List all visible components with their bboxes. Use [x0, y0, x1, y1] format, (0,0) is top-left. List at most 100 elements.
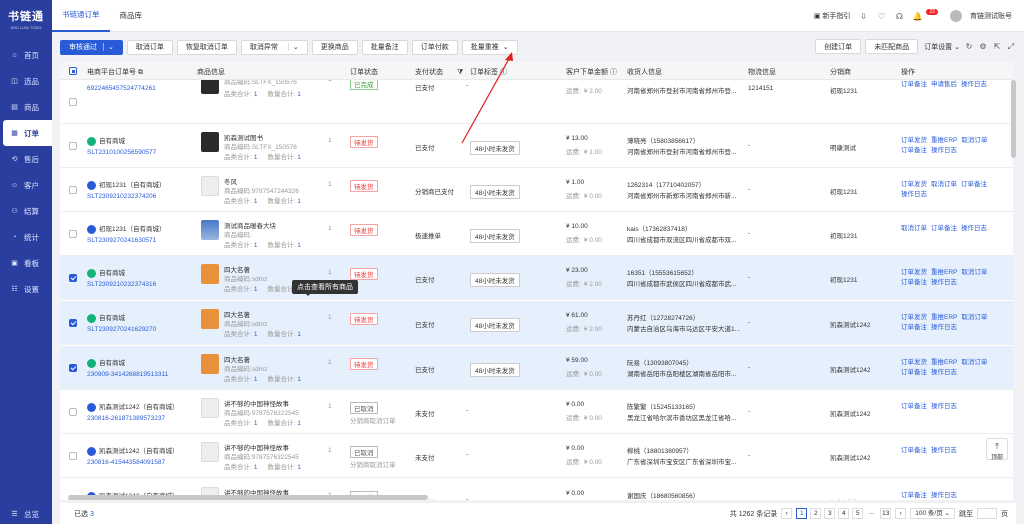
sidebar-item-board[interactable]: ▣ 看板 [0, 250, 52, 276]
prev-page-button[interactable]: ‹ [781, 508, 793, 519]
select-all-checkbox[interactable] [69, 67, 77, 75]
page-button[interactable]: 1 [796, 508, 808, 519]
restore-cancel-button[interactable]: 恢复取消订单 [176, 39, 237, 55]
change-goods-button[interactable]: 更换商品 [311, 39, 358, 55]
sidebar-item-customer[interactable]: ☺ 客户 [0, 172, 52, 198]
page-button[interactable]: 4 [838, 508, 850, 519]
avatar[interactable] [950, 10, 962, 22]
action-link[interactable]: 重推ERP [931, 359, 957, 366]
vertical-scrollbar[interactable] [1011, 80, 1016, 158]
user-name[interactable]: 育链测试账号 [970, 11, 1012, 21]
action-link[interactable]: 取消订单 [901, 225, 927, 232]
page-button[interactable]: 5 [852, 508, 864, 519]
goods-thumbnail[interactable] [201, 132, 219, 152]
goto-page-input[interactable] [977, 508, 997, 519]
action-link[interactable]: 订单发货 [901, 314, 927, 321]
action-link[interactable]: 重推ERP [931, 269, 957, 276]
action-link[interactable]: 操作日志 [931, 447, 957, 454]
order-settings-dropdown[interactable]: 订单设置 ⌄ [924, 42, 960, 52]
row-checkbox[interactable] [69, 452, 77, 460]
sidebar-item-aftersale[interactable]: ⟲ 售后 [0, 146, 52, 172]
sidebar-item-goods[interactable]: ▤ 商品 [0, 94, 52, 120]
action-link[interactable]: 订单发货 [901, 359, 927, 366]
order-number[interactable]: 230816-415443584091587 [87, 459, 165, 466]
page-size-select[interactable]: 100 条/页 ⌄ [910, 508, 955, 519]
row-checkbox[interactable] [69, 319, 77, 327]
gear-icon[interactable]: ⚙ [978, 42, 988, 52]
create-order-button[interactable]: 创建订单 [815, 39, 862, 54]
action-link[interactable]: 订单备注 [901, 403, 927, 410]
action-link[interactable]: 操作日志 [931, 147, 957, 154]
goods-thumbnail[interactable] [201, 264, 219, 284]
approve-button[interactable]: 审核通过 ⌄ [60, 39, 123, 55]
filter-icon[interactable]: ⧩ [457, 69, 463, 76]
action-link[interactable]: 操作日志 [931, 279, 957, 286]
sidebar-item-home[interactable]: ⌂ 首页 [0, 42, 52, 68]
chevron-down-icon[interactable]: ⌄ [103, 43, 114, 51]
order-number[interactable]: SLT2310100256590577 [87, 149, 156, 156]
action-link[interactable]: 订单备注 [901, 369, 927, 376]
download-icon[interactable]: ⇩ [858, 11, 868, 21]
app-logo[interactable]: 书链通 SHU LIAN TONG [0, 0, 52, 38]
order-number[interactable]: 230816-261871389573237 [87, 415, 165, 422]
horizontal-scrollbar[interactable] [68, 495, 428, 500]
goods-thumbnail[interactable] [201, 220, 219, 240]
action-link[interactable]: 取消订单 [961, 359, 987, 366]
action-link[interactable]: 订单备注 [901, 81, 927, 88]
cancel-order-button[interactable]: 取消订单 [126, 39, 173, 55]
row-checkbox[interactable] [69, 274, 77, 282]
help-icon[interactable]: ⓘ [610, 69, 617, 76]
action-link[interactable]: 订单备注 [901, 492, 927, 499]
action-link[interactable]: 重推ERP [931, 137, 957, 144]
headset-icon[interactable]: ☊ [894, 11, 904, 21]
order-number[interactable]: 230909-3414268819513311 [87, 371, 168, 378]
order-number[interactable]: SLT2309270241629270 [87, 326, 156, 333]
refresh-icon[interactable]: ↻ [964, 42, 974, 52]
row-checkbox[interactable] [69, 98, 77, 106]
chevron-down-icon[interactable]: ⌄ [287, 43, 299, 51]
action-link[interactable]: 订单备注 [901, 147, 927, 154]
action-link[interactable]: 操作日志 [961, 225, 987, 232]
batch-note-button[interactable]: 批量备注 [361, 39, 408, 55]
unmatched-goods-button[interactable]: 未匹配商品 [865, 39, 919, 54]
tab-goods-library[interactable]: 商品库 [110, 0, 153, 32]
goods-thumbnail[interactable] [201, 442, 219, 462]
action-link[interactable]: 重推ERP [931, 314, 957, 321]
action-link[interactable]: 订单备注 [901, 447, 927, 454]
collapse-button[interactable]: ☰ 总览 [10, 509, 39, 520]
action-link[interactable]: 订单发货 [901, 181, 927, 188]
goods-thumbnail[interactable] [201, 398, 219, 418]
action-link[interactable]: 订单备注 [901, 279, 927, 286]
page-button[interactable]: 2 [810, 508, 822, 519]
row-checkbox[interactable] [69, 186, 77, 194]
goods-thumbnail[interactable] [201, 309, 219, 329]
help-icon[interactable]: ⓘ [500, 69, 507, 76]
action-link[interactable]: 订单发货 [901, 137, 927, 144]
next-page-button[interactable]: › [895, 508, 907, 519]
goods-thumbnail[interactable] [201, 176, 219, 196]
action-link[interactable]: 取消订单 [961, 314, 987, 321]
action-link[interactable]: 操作日志 [931, 369, 957, 376]
order-number[interactable]: SLT2309210232374206 [87, 193, 156, 200]
page-button[interactable]: 3 [824, 508, 836, 519]
order-number[interactable]: SLT2309270241630571 [87, 237, 156, 244]
action-link[interactable]: 取消订单 [961, 269, 987, 276]
sidebar-item-stats[interactable]: ◔ 统计 [0, 224, 52, 250]
action-link[interactable]: 申请售后 [931, 81, 957, 88]
order-number[interactable]: SLT2309210232374316 [87, 281, 156, 288]
batch-push-button[interactable]: 批量重推 ⌄ [461, 39, 518, 55]
sidebar-item-order[interactable]: ▦ 订单 [3, 120, 52, 146]
copy-icon[interactable]: ⧉ [138, 69, 143, 76]
action-link[interactable]: 操作日志 [901, 191, 927, 198]
action-link[interactable]: 取消订单 [931, 181, 957, 188]
row-checkbox[interactable] [69, 142, 77, 150]
row-checkbox[interactable] [69, 408, 77, 416]
export-icon[interactable]: ⇱ [992, 42, 1002, 52]
action-link[interactable]: 操作日志 [931, 492, 957, 499]
row-checkbox[interactable] [69, 364, 77, 372]
guide-link[interactable]: ▣ 新手指引 [814, 11, 851, 21]
tab-orders[interactable]: 书链通订单 [52, 0, 110, 32]
goods-thumbnail[interactable] [201, 354, 219, 374]
sidebar-item-settle[interactable]: ⚇ 结算 [0, 198, 52, 224]
back-to-top-button[interactable]: ⤒ 顶部 [986, 438, 1008, 461]
